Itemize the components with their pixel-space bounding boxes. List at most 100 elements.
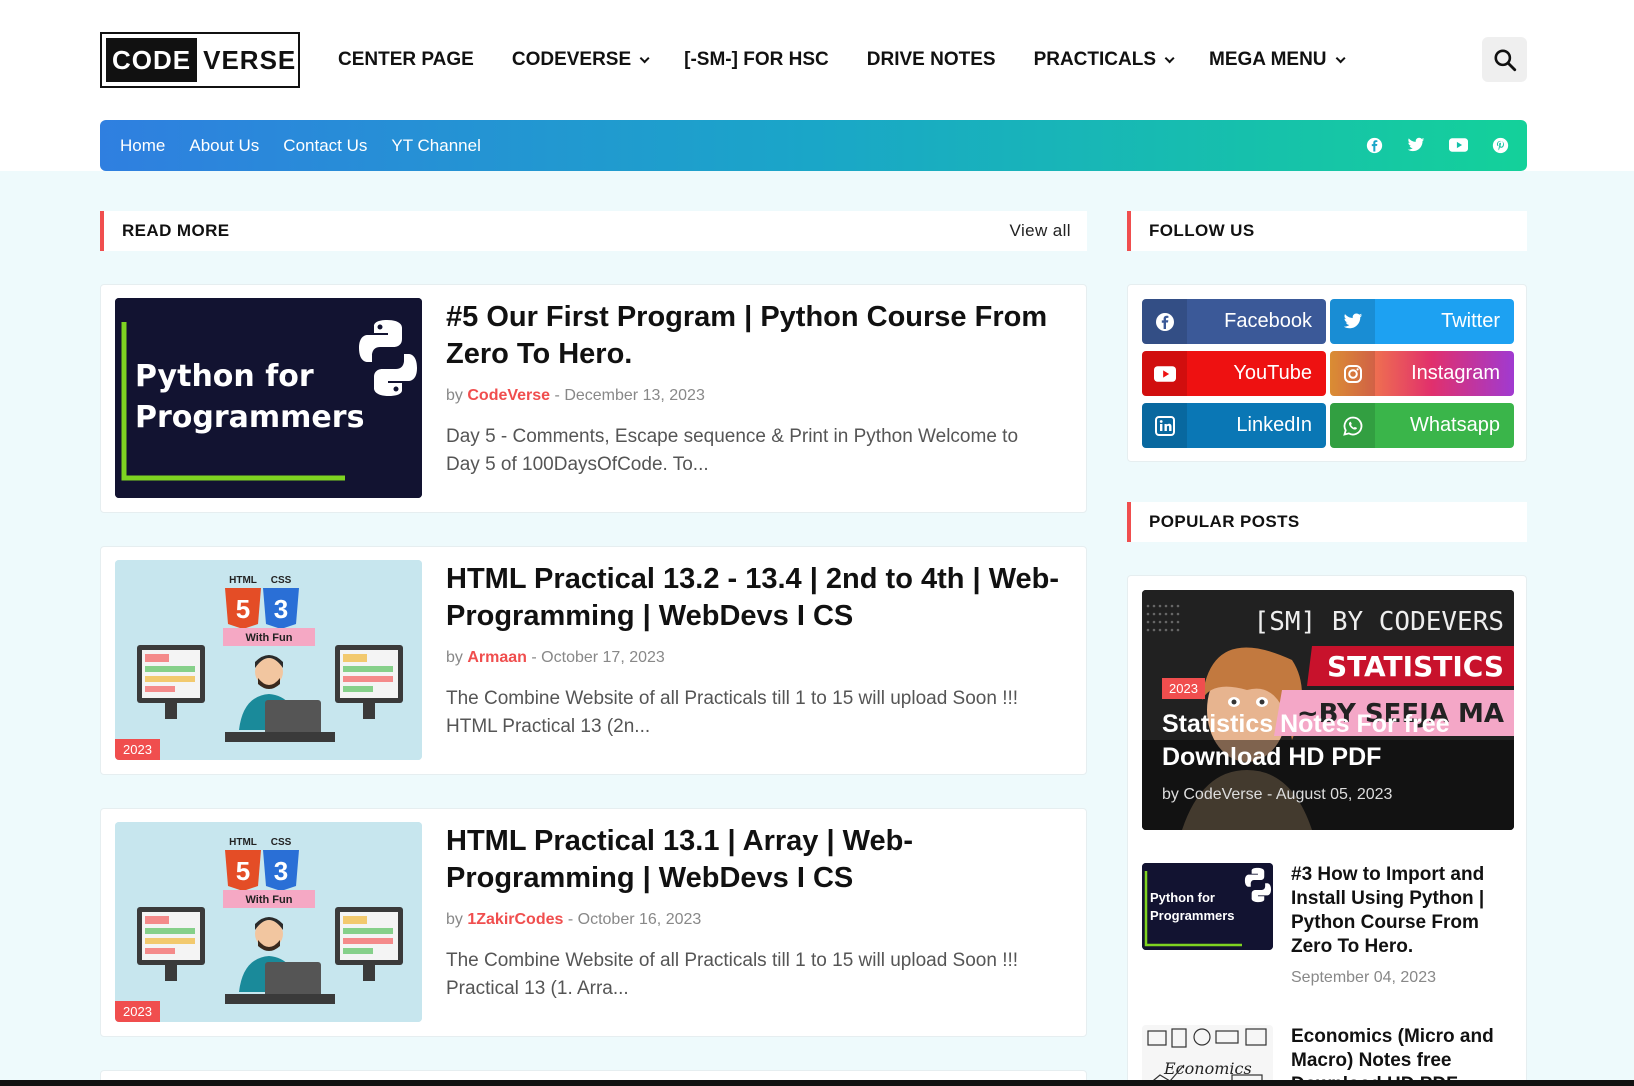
instagram-button[interactable]: Instagram	[1330, 351, 1514, 396]
post-snippet: The Combine Website of all Practicals ti…	[446, 950, 1019, 999]
facebook-label: Facebook	[1224, 310, 1312, 332]
css3-number: 3	[274, 594, 288, 624]
post-meta: by Armaan - October 17, 2023	[446, 649, 665, 667]
whatsapp-button[interactable]: Whatsapp	[1330, 403, 1514, 448]
logo-code: CODE	[106, 38, 198, 82]
popular-post-title[interactable]: Economics (Micro and Macro) Notes free D…	[1291, 1025, 1511, 1086]
twitter-button[interactable]: Twitter	[1330, 299, 1514, 344]
meta-separator: -	[531, 649, 537, 666]
nav-sm-for-hsc[interactable]: [-SM-] FOR HSC	[684, 49, 829, 71]
featured-banner-line2: STATISTICS	[1327, 650, 1504, 683]
post-author[interactable]: CodeVerse	[467, 387, 550, 404]
site-header: CODE VERSE CENTER PAGE CODEVERSE [-SM-] …	[0, 0, 1634, 171]
subnav-contact-us[interactable]: Contact Us	[283, 136, 367, 156]
nav-label: [-SM-] FOR HSC	[684, 49, 829, 70]
subnav-home[interactable]: Home	[120, 136, 165, 156]
by-label: by	[1162, 786, 1179, 803]
nav-drive-notes[interactable]: DRIVE NOTES	[867, 49, 996, 71]
html-label: HTML	[229, 575, 257, 586]
post-date: December 13, 2023	[564, 387, 705, 404]
with-fun-label: With Fun	[246, 894, 293, 906]
popular-post-thumbnail[interactable]: Python for Programmers	[1142, 863, 1273, 950]
follow-us-title: FOLLOW US	[1149, 221, 1255, 240]
pinterest-icon[interactable]	[1489, 134, 1511, 156]
css-label: CSS	[271, 575, 292, 586]
post-author[interactable]: 1ZakirCodes	[467, 911, 563, 928]
html-label: HTML	[229, 837, 257, 848]
post-date: October 16, 2023	[577, 911, 702, 928]
with-fun-label: With Fun	[246, 632, 293, 644]
view-all-link[interactable]: View all	[1010, 221, 1071, 241]
post-thumbnail[interactable]: 5 3 HTML CSS With Fun 2023	[115, 560, 422, 760]
site-logo[interactable]: CODE VERSE	[100, 32, 300, 88]
featured-banner-line1: [SM] BY CODEVERS	[1254, 607, 1504, 637]
nav-practicals[interactable]: PRACTICALS	[1033, 49, 1175, 71]
featured-popular-post[interactable]: [SM] BY CODEVERS STATISTICS ~BY SEEJA MA…	[1142, 590, 1514, 830]
nav-center-page[interactable]: CENTER PAGE	[338, 49, 474, 71]
year-badge: 2023	[115, 739, 160, 760]
post-author[interactable]: Armaan	[467, 649, 527, 666]
chevron-down-icon	[639, 52, 650, 63]
meta-separator: -	[567, 911, 574, 928]
subnav-yt-channel[interactable]: YT Channel	[391, 136, 480, 156]
thumbnail-caption: Python for Programmers	[1150, 890, 1235, 923]
post-meta: by CodeVerse - December 13, 2023	[446, 387, 705, 405]
post-meta: by 1ZakirCodes - October 16, 2023	[446, 911, 701, 929]
popular-post-thumbnail[interactable]: Economics	[1142, 1025, 1273, 1086]
post-title[interactable]: #5 Our First Program | Python Course Fro…	[446, 299, 1071, 373]
facebook-icon	[1142, 299, 1187, 344]
post-snippet: Day 5 - Comments, Escape sequence & Prin…	[446, 426, 1019, 475]
featured-post-title[interactable]: Statistics Notes For free Download HD PD…	[1162, 708, 1502, 774]
whatsapp-icon	[1330, 403, 1375, 448]
follow-us-widget: Facebook Twitter YouTube Instagram Linke…	[1127, 284, 1527, 462]
read-more-title: READ MORE	[122, 221, 230, 240]
featured-post-meta: by CodeVerse - August 05, 2023	[1162, 786, 1392, 804]
post-thumbnail[interactable]: Python for Programmers	[115, 298, 422, 498]
nav-label: MEGA MENU	[1209, 49, 1327, 70]
popular-post-title[interactable]: #3 How to Import and Install Using Pytho…	[1291, 863, 1511, 959]
nav-label: CENTER PAGE	[338, 49, 474, 70]
twitter-icon[interactable]	[1405, 134, 1427, 156]
instagram-label: Instagram	[1411, 362, 1500, 384]
youtube-icon	[1142, 351, 1187, 396]
youtube-button[interactable]: YouTube	[1142, 351, 1326, 396]
html5-number: 5	[236, 856, 250, 886]
whatsapp-label: Whatsapp	[1409, 414, 1500, 436]
nav-label: DRIVE NOTES	[866, 49, 996, 70]
post-card: 5 3 HTML CSS With Fun 2023 HTML Practica…	[100, 808, 1087, 1037]
css3-number: 3	[274, 856, 288, 886]
nav-mega-menu[interactable]: MEGA MENU	[1209, 49, 1346, 71]
popular-posts-widget: [SM] BY CODEVERS STATISTICS ~BY SEEJA MA…	[1127, 575, 1527, 1086]
post-author[interactable]: CodeVerse	[1183, 786, 1262, 803]
facebook-button[interactable]: Facebook	[1142, 299, 1326, 344]
year-badge: 2023	[1162, 678, 1205, 699]
meta-separator: -	[1266, 786, 1273, 803]
css-label: CSS	[271, 837, 292, 848]
search-button[interactable]	[1482, 37, 1527, 82]
popular-posts-header: POPULAR POSTS	[1127, 502, 1527, 542]
post-date: October 17, 2023	[541, 649, 665, 666]
youtube-icon[interactable]	[1447, 134, 1469, 156]
post-title[interactable]: HTML Practical 13.1 | Array | Web-Progra…	[446, 823, 1071, 897]
logo-verse: VERSE	[203, 44, 297, 75]
html-css-thumbnail-art: 5 3 HTML CSS With Fun	[115, 822, 422, 1022]
linkedin-button[interactable]: LinkedIn	[1142, 403, 1326, 448]
nav-label: CODEVERSE	[511, 49, 632, 70]
read-more-header: READ MORE View all	[100, 211, 1087, 251]
sub-nav: Home About Us Contact Us YT Channel	[100, 120, 1527, 171]
facebook-icon[interactable]	[1363, 134, 1385, 156]
subnav-about-us[interactable]: About Us	[189, 136, 259, 156]
by-label: by	[446, 649, 463, 666]
post-title[interactable]: HTML Practical 13.2 - 13.4 | 2nd to 4th …	[446, 561, 1071, 635]
year-badge: 2023	[115, 1001, 160, 1022]
linkedin-label: LinkedIn	[1236, 414, 1312, 436]
nav-codeverse[interactable]: CODEVERSE	[511, 49, 650, 71]
post-snippet: The Combine Website of all Practicals ti…	[446, 688, 1019, 737]
by-label: by	[446, 911, 463, 928]
linkedin-icon	[1142, 403, 1187, 448]
meta-separator: -	[554, 387, 560, 404]
post-thumbnail[interactable]: 5 3 HTML CSS With Fun 2023	[115, 822, 422, 1022]
nav-label: PRACTICALS	[1033, 49, 1157, 70]
html-css-thumbnail-art: 5 3 HTML CSS With Fun	[115, 560, 422, 760]
follow-us-header: FOLLOW US	[1127, 211, 1527, 251]
